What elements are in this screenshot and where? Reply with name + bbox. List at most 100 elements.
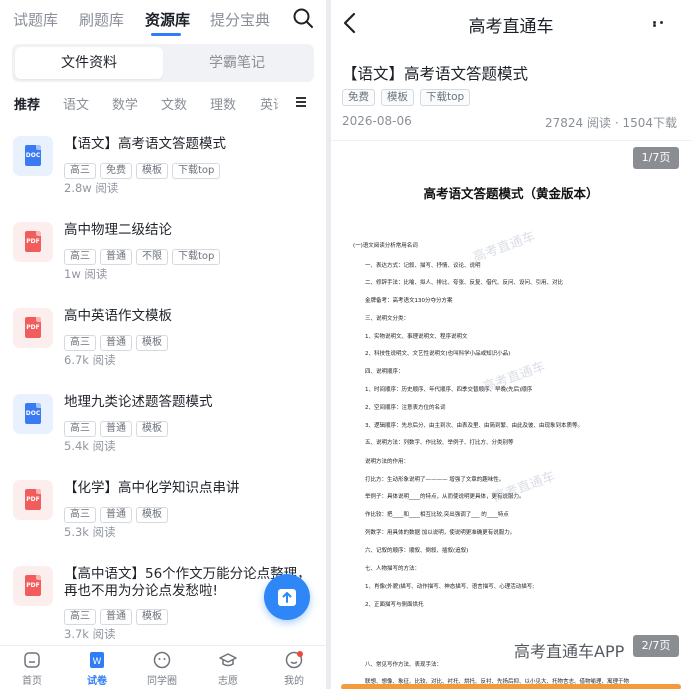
tag: 免费 <box>100 163 132 179</box>
tag: 高三 <box>64 507 96 523</box>
download-bar[interactable] <box>341 684 681 689</box>
subject-english[interactable]: 英语 <box>260 94 278 113</box>
bottom-tab-bar: 首页 W 试卷 同学圈 志愿 我的 <box>0 645 326 689</box>
sheet-line: 1、实物说明文、事理说明文、程序说明文 <box>365 334 468 340</box>
file-title: 高中英语作文模板 <box>64 308 172 324</box>
top-nav: 试题库 刷题库 资源库 提分宝典 <box>0 0 326 40</box>
subject-chinese[interactable]: 语文 <box>63 94 89 113</box>
pdf-file-icon: PDF <box>13 222 53 262</box>
tag: 模板 <box>136 609 168 625</box>
sheet-line: 五、说明方法：列数字、作比较、举例子、打比方、分类别等 <box>365 440 514 446</box>
sheet-line: 说明方法的作用： <box>365 459 410 465</box>
read-download-stats: 27824 阅读 · 1504下载 <box>545 116 677 130</box>
sheet-line: 二、修辞手法：比喻、拟人、排比、夸张、反复、借代、反问、设问、引用、对比 <box>365 280 564 286</box>
tag: 模板 <box>136 163 168 179</box>
subject-recommended[interactable]: 推荐 <box>14 94 40 113</box>
segmented-control: 文件资料 学霸笔记 <box>12 44 314 82</box>
read-count: 3.7k 阅读 <box>64 627 116 641</box>
tag: 高三 <box>64 421 96 437</box>
read-count: 2.8w 阅读 <box>64 181 119 195</box>
doc-file-icon: DOC <box>13 394 53 434</box>
tag: 不限 <box>136 249 168 265</box>
tag: 高三 <box>64 335 96 351</box>
tag: 下载top <box>420 89 471 106</box>
doc-file-icon: DOC <box>13 136 53 176</box>
sheet-line: 列数字：用具体的数据 加以说明，使说明更准确更有说服力。 <box>365 530 516 536</box>
app-brand-watermark: 高考直通车APP <box>514 642 625 661</box>
sheet-title: 高考语文答题模式（黄金版本） <box>423 186 599 201</box>
nav-exam[interactable]: W 试卷 <box>69 648 125 687</box>
tag: 模板 <box>381 89 414 106</box>
tag: 普通 <box>100 609 132 625</box>
read-count: 6.7k 阅读 <box>64 353 116 367</box>
sheet-line: (一)语文阅读分析常用名词 <box>353 243 418 249</box>
tag: 高三 <box>64 163 96 179</box>
nav-classmates[interactable]: 同学圈 <box>134 648 190 687</box>
tag: 普通 <box>100 249 132 265</box>
document-tags: 免费 模板 下载top <box>342 85 476 106</box>
sheet-line: 2、科技性说明文、文艺性说明文(也叫科学小品或知识小品) <box>365 351 511 357</box>
sheet-line: 3、逻辑顺序：先总后分、由主到次、由表及里、由简到繁、由此及彼、由现象到本质等。 <box>365 423 584 429</box>
upload-fab-button[interactable] <box>264 574 310 620</box>
list-item[interactable]: PDF 高中物理二级结论 高三 普通 不限 下载top 1w 阅读 <box>0 214 326 294</box>
nav-volunteer[interactable]: 志愿 <box>200 648 256 687</box>
read-count: 1w 阅读 <box>64 267 108 281</box>
file-title: 高中物理二级结论 <box>64 222 172 238</box>
file-tags: 高三 普通 模板 <box>64 330 172 351</box>
tab-question-bank[interactable]: 试题库 <box>13 9 58 30</box>
menu-icon[interactable] <box>296 97 306 107</box>
subject-science-math[interactable]: 理数 <box>210 94 236 113</box>
tag: 模板 <box>136 335 168 351</box>
sheet-line: 2、空间顺序：注意表方位的名词 <box>365 405 446 411</box>
file-tags: 高三 普通 模板 <box>64 502 172 523</box>
detail-header: 高考直通车 <box>331 0 691 48</box>
segment-files[interactable]: 文件资料 <box>15 47 163 79</box>
tag: 模板 <box>136 421 168 437</box>
file-tags: 高三 普通 不限 下载top <box>64 244 224 265</box>
watermark: 高考直通车 <box>471 229 538 266</box>
profile-icon <box>285 651 303 669</box>
tag: 下载top <box>172 163 221 179</box>
document-title: 【语文】高考语文答题模式 <box>342 65 529 83</box>
publish-date: 2026-08-06 <box>342 114 412 128</box>
file-title: 【语文】高考语文答题模式 <box>64 136 226 152</box>
header-title: 高考直通车 <box>468 17 554 37</box>
nav-profile[interactable]: 我的 <box>266 648 322 687</box>
document-detail-screen: 高考直通车 【语文】高考语文答题模式 免费 模板 下载top 2026-08-06 … <box>331 0 691 689</box>
list-item[interactable]: DOC 地理九类论述题答题模式 高三 普通 模板 5.4k 阅读 <box>0 386 326 466</box>
tag: 普通 <box>100 335 132 351</box>
tab-score-guide[interactable]: 提分宝典 <box>210 9 270 30</box>
tab-practice-bank[interactable]: 刷题库 <box>79 9 124 30</box>
read-count: 5.4k 阅读 <box>64 439 116 453</box>
home-icon <box>24 652 40 668</box>
subject-math[interactable]: 数学 <box>112 94 138 113</box>
subject-liberal-math[interactable]: 文数 <box>161 94 187 113</box>
graduation-icon <box>219 653 237 667</box>
list-item[interactable]: PDF 高中英语作文模板 高三 普通 模板 6.7k 阅读 <box>0 300 326 380</box>
list-item[interactable]: PDF 【化学】高中化学知识点串讲 高三 普通 模板 5.3k 阅读 <box>0 472 326 552</box>
file-tags: 高三 普通 模板 <box>64 416 172 437</box>
document-preview[interactable]: 1/7页 高考语文答题模式（黄金版本） (一)语文阅读分析常用名词 一、表达方式… <box>331 140 691 689</box>
sheet-line: 三、说明文分类： <box>365 316 410 322</box>
resource-library-screen: 试题库 刷题库 资源库 提分宝典 文件资料 学霸笔记 推荐 语文 数学 文数 理… <box>0 0 326 689</box>
list-item[interactable]: DOC 【语文】高考语文答题模式 高三 免费 模板 下载top 2.8w 阅读 <box>0 128 326 208</box>
sheet-line: 打比方：生动形象说明了———— 增强了文章的趣味性。 <box>365 477 505 483</box>
file-title: 【化学】高中化学知识点串讲 <box>64 480 240 496</box>
upload-icon <box>278 589 296 606</box>
sheet-line: 2、正面描写与侧面烘托 <box>365 602 424 608</box>
read-count: 5.3k 阅读 <box>64 525 116 539</box>
tag: 普通 <box>100 507 132 523</box>
more-options-icon[interactable] <box>653 21 673 27</box>
active-tab-indicator <box>151 33 181 36</box>
circle-icon <box>153 651 171 669</box>
sheet-line: 一、表达方式：记叙、描写、抒情、议论、说明 <box>365 263 481 269</box>
sheet-line: 八、常见写作方法、表现手法： <box>365 662 443 668</box>
search-icon[interactable] <box>291 6 315 30</box>
pdf-file-icon: PDF <box>13 480 53 520</box>
file-tags: 高三 免费 模板 下载top <box>64 158 224 179</box>
segment-notes[interactable]: 学霸笔记 <box>163 47 311 79</box>
tag: 高三 <box>64 609 96 625</box>
tab-resource-library[interactable]: 资源库 <box>145 9 190 30</box>
nav-home[interactable]: 首页 <box>4 648 60 687</box>
sheet-line: 1、肖像(外貌)描写、动作描写、神态描写、语言描写、心理活动描写; <box>365 584 535 590</box>
